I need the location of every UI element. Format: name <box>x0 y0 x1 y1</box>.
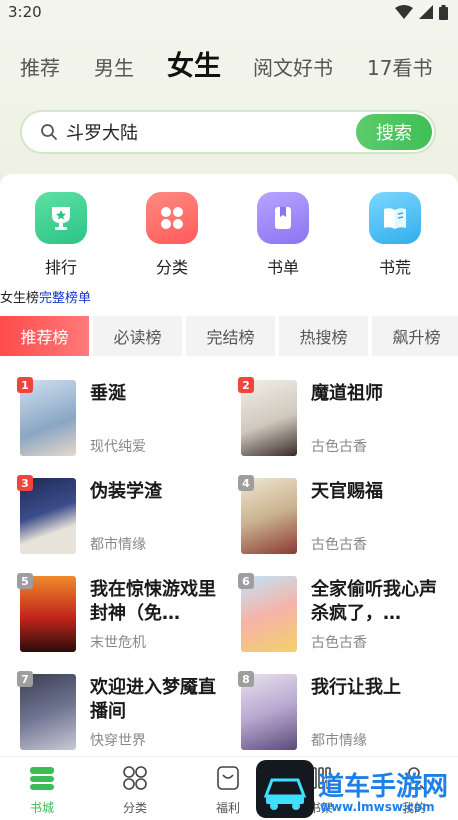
rank-tab-rising[interactable]: 飙升榜 <box>372 316 458 356</box>
book-genre: 古色古香 <box>311 439 367 455</box>
book-genre: 都市情缘 <box>311 733 367 749</box>
book-title: 伪装学渣 <box>90 481 162 502</box>
rank-tab-completed[interactable]: 完结榜 <box>186 316 275 356</box>
book-item[interactable]: 2 魔道祖师 古色古香 <box>238 377 458 466</box>
rank-badge: 7 <box>17 671 33 687</box>
rank-badge: 6 <box>238 573 254 589</box>
status-bar: 3:20 <box>0 0 458 24</box>
book-genre: 古色古香 <box>311 635 367 651</box>
rank-badge: 2 <box>238 377 254 393</box>
search-query: 斗罗大陆 <box>66 123 138 144</box>
nav-bookstore[interactable]: 书城 <box>12 765 72 816</box>
rank-badge: 5 <box>17 573 33 589</box>
car-logo-icon <box>256 760 314 818</box>
quick-booklist[interactable]: 书单 <box>243 192 323 278</box>
gift-box-icon <box>217 766 239 790</box>
bookmark-icon <box>257 192 309 244</box>
book-title: 我行让我上 <box>311 677 401 698</box>
bookshelf-stack-icon <box>30 767 54 790</box>
book-genre: 快穿世界 <box>90 733 146 749</box>
book-title: 垂涎 <box>90 383 126 404</box>
header-background <box>0 0 458 200</box>
book-item[interactable]: 8 我行让我上 都市情缘 <box>238 671 458 760</box>
trophy-icon <box>35 192 87 244</box>
book-title: 全家偷听我心声杀疯了，… <box>311 579 437 624</box>
tab-recommend[interactable]: 推荐 <box>20 52 60 81</box>
rank-badge: 8 <box>238 671 254 687</box>
watermark-url: www.lmwsw.com <box>320 800 435 814</box>
book-item[interactable]: 4 天官赐福 古色古香 <box>238 475 458 564</box>
search-icon <box>41 124 57 140</box>
book-genre: 末世危机 <box>90 635 146 651</box>
rank-badge: 3 <box>17 475 33 491</box>
watermark-title: 道车手游网 <box>318 772 449 802</box>
rank-caption-text: 女生榜 <box>0 291 40 306</box>
quick-category[interactable]: 分类 <box>132 192 212 278</box>
book-item[interactable]: 7 欢迎进入梦魇直播间 快穿世界 <box>17 671 240 760</box>
quick-label: 排行 <box>44 258 77 277</box>
rank-badge: 4 <box>238 475 254 491</box>
nav-label: 书城 <box>29 801 54 815</box>
nav-label: 福利 <box>215 801 240 815</box>
book-item[interactable]: 1 垂涎 现代纯爱 <box>17 377 240 466</box>
battery-icon <box>439 4 448 20</box>
rank-tabs: 推荐榜 必读榜 完结榜 热搜榜 飙升榜 <box>0 316 458 356</box>
tab-yuewen[interactable]: 阅文好书 <box>253 52 333 81</box>
book-item[interactable]: 3 伪装学渣 都市情缘 <box>17 475 240 564</box>
book-item[interactable]: 5 我在惊悚游戏里封神（免… 末世危机 <box>17 573 240 662</box>
quick-book-shortage[interactable]: 书荒 <box>355 192 435 278</box>
rank-badge: 1 <box>17 377 33 393</box>
rank-tab-hot-search[interactable]: 热搜榜 <box>279 316 368 356</box>
status-time: 3:20 <box>8 3 42 21</box>
wifi-icon <box>395 5 413 19</box>
signal-icon <box>419 5 433 19</box>
quick-label: 分类 <box>155 258 188 277</box>
watermark: 道车手游网 www.lmwsw.com <box>256 760 456 818</box>
search-input[interactable]: 斗罗大陆 搜索 <box>20 110 436 154</box>
grid-icon <box>146 192 198 244</box>
tab-17kan[interactable]: 17看书 <box>367 52 432 81</box>
circles-grid-icon <box>123 766 147 790</box>
nav-welfare[interactable]: 福利 <box>198 765 258 816</box>
search-button[interactable]: 搜索 <box>356 114 432 150</box>
book-title: 魔道祖师 <box>311 383 383 404</box>
quick-label: 书单 <box>266 258 299 277</box>
tab-male[interactable]: 男生 <box>94 52 134 81</box>
quick-ranking[interactable]: 排行 <box>21 192 101 278</box>
book-title: 欢迎进入梦魇直播间 <box>90 677 216 722</box>
quick-label: 书荒 <box>378 258 411 277</box>
rank-tab-must-read[interactable]: 必读榜 <box>93 316 182 356</box>
nav-category[interactable]: 分类 <box>105 765 165 816</box>
book-item[interactable]: 6 全家偷听我心声杀疯了，… 古色古香 <box>238 573 458 662</box>
channel-tabs: 推荐 男生 女生 阅文好书 17看书 <box>0 40 458 88</box>
rank-caption: 女生榜完整榜单 <box>0 287 91 306</box>
book-title: 我在惊悚游戏里封神（免… <box>90 579 216 624</box>
book-icon <box>369 192 421 244</box>
tab-female[interactable]: 女生 <box>167 44 221 83</box>
full-ranking-link[interactable]: 完整榜单 <box>39 291 91 306</box>
book-title: 天官赐福 <box>311 481 383 502</box>
book-genre: 现代纯爱 <box>90 439 146 455</box>
book-genre: 古色古香 <box>311 537 367 553</box>
rank-tab-recommend[interactable]: 推荐榜 <box>0 316 89 356</box>
nav-label: 分类 <box>122 801 147 815</box>
book-genre: 都市情缘 <box>90 537 146 553</box>
